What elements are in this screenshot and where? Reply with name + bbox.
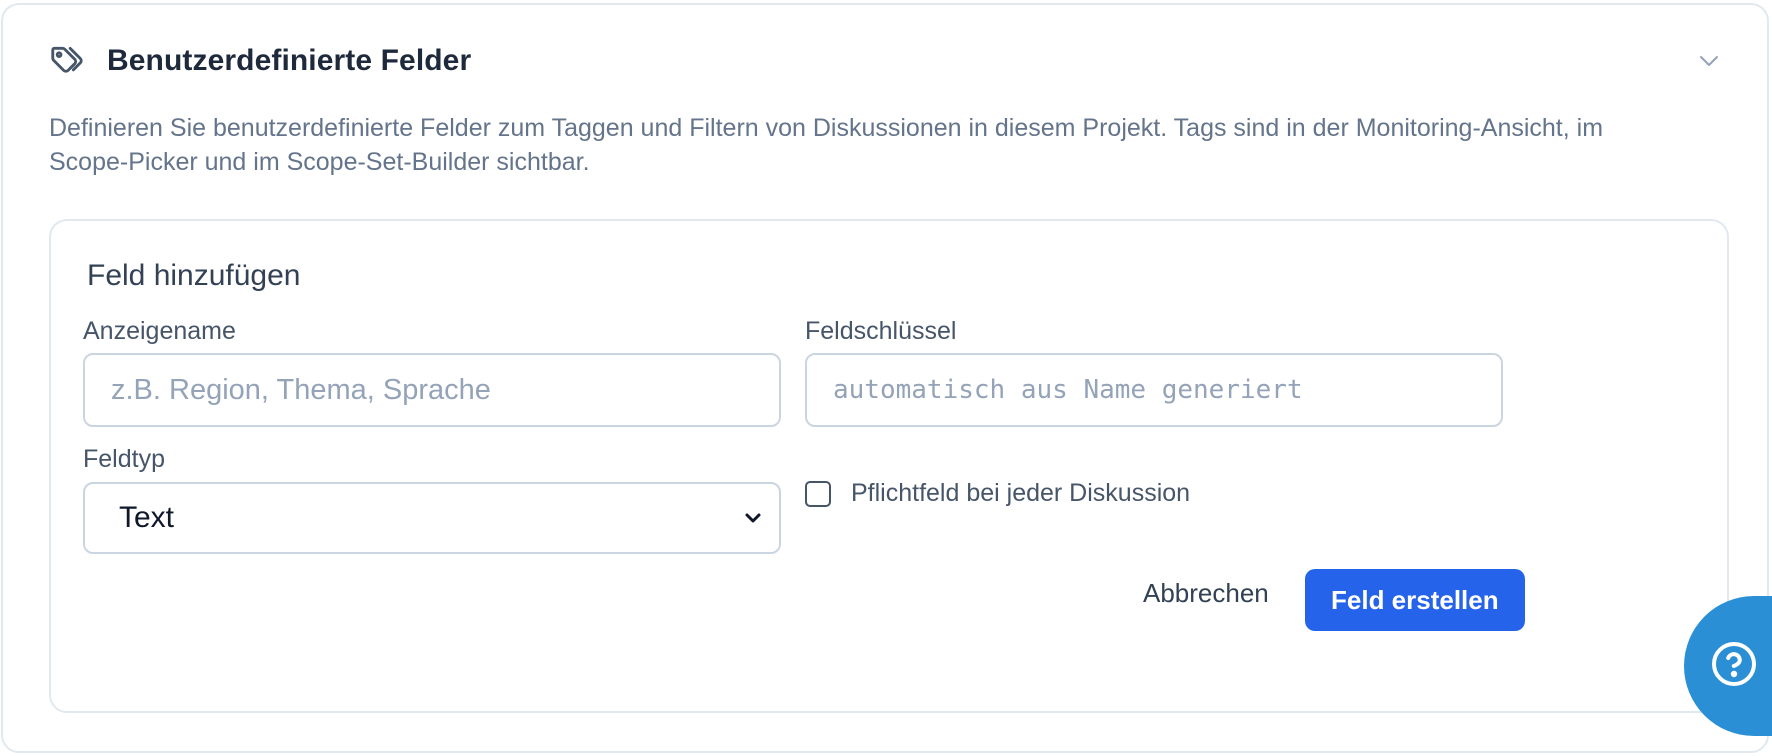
chevron-down-icon[interactable] <box>1695 47 1723 75</box>
create-field-button[interactable]: Feld erstellen <box>1305 569 1525 631</box>
field-type-select[interactable]: Text <box>83 482 781 554</box>
section-description: Definieren Sie benutzerdefinierte Felder… <box>49 114 1604 176</box>
tags-icon <box>47 41 87 81</box>
form-title: Feld hinzufügen <box>87 259 301 292</box>
section-title: Benutzerdefinierte Felder <box>107 44 472 77</box>
display-name-input[interactable] <box>83 353 781 427</box>
field-key-label: Feldschlüssel <box>805 317 957 345</box>
display-name-label: Anzeigename <box>83 317 236 345</box>
cancel-button[interactable]: Abbrechen <box>1143 578 1269 609</box>
required-checkbox-row[interactable]: Pflichtfeld bei jeder Diskussion <box>805 479 1190 508</box>
field-key-input[interactable] <box>805 353 1503 427</box>
help-circle-icon <box>1710 640 1758 693</box>
card-header[interactable]: Benutzerdefinierte Felder <box>47 41 1723 81</box>
add-field-form: Feld hinzufügen Anzeigename Feldschlüsse… <box>49 219 1729 713</box>
required-checkbox[interactable] <box>805 480 831 507</box>
field-type-label: Feldtyp <box>83 445 165 473</box>
field-type-selected: Text <box>119 501 175 534</box>
custom-fields-card: Benutzerdefinierte Felder Definieren Sie… <box>1 3 1769 753</box>
chevron-down-icon <box>741 506 765 530</box>
required-checkbox-label: Pflichtfeld bei jeder Diskussion <box>851 479 1191 507</box>
